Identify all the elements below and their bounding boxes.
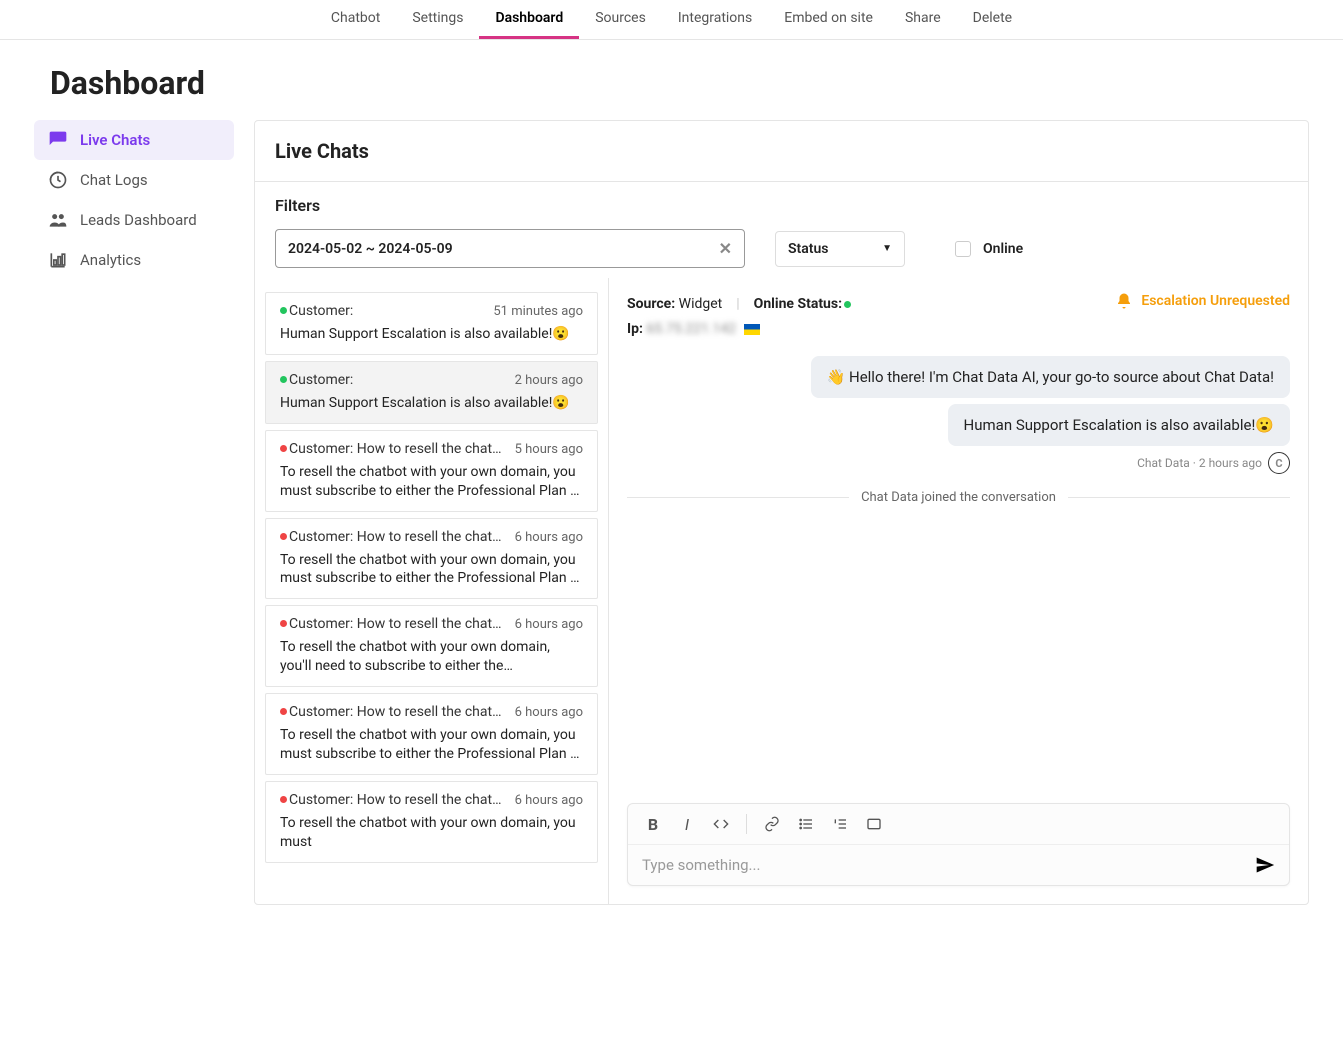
chat-item-time: 6 hours ago [515, 530, 583, 545]
message: Human Support Escalation is also availab… [627, 404, 1290, 474]
status-select[interactable]: Status ▼ [775, 231, 905, 267]
status-dot-icon [280, 708, 287, 715]
nav-settings[interactable]: Settings [396, 0, 479, 39]
chat-item-time: 6 hours ago [515, 705, 583, 720]
main-panel: Live Chats Filters 2024-05-02 ~ 2024-05-… [254, 120, 1309, 905]
chat-item-time: 51 minutes ago [493, 304, 583, 319]
composer: B I Type something... [627, 803, 1290, 886]
status-dot-icon [280, 376, 287, 383]
composer-input[interactable]: Type something... [628, 845, 1289, 885]
sidebar-item-analytics[interactable]: Analytics [34, 240, 234, 280]
chat-item-time: 6 hours ago [515, 617, 583, 632]
sidebar-item-chat-logs[interactable]: Chat Logs [34, 160, 234, 200]
ip-label: Ip: [627, 321, 643, 337]
code-button[interactable] [706, 810, 736, 838]
chat-list-item[interactable]: Customer: How to resell the chatbot …6 h… [265, 693, 598, 775]
chat-item-preview: Human Support Escalation is also availab… [280, 394, 583, 413]
status-dot-icon [280, 796, 287, 803]
chat-item-preview: To resell the chatbot with your own doma… [280, 463, 583, 501]
status-label: Status [788, 241, 828, 257]
embed-button[interactable] [859, 810, 889, 838]
chat-item-time: 2 hours ago [515, 373, 583, 388]
escalation-text: Escalation Unrequested [1141, 293, 1290, 309]
caret-down-icon: ▼ [882, 243, 892, 254]
composer-placeholder: Type something... [642, 856, 1255, 874]
chat-item-preview: To resell the chatbot with your own doma… [280, 814, 583, 852]
italic-button[interactable]: I [672, 810, 702, 838]
filters-label: Filters [275, 196, 1288, 215]
link-button[interactable] [757, 810, 787, 838]
nav-delete[interactable]: Delete [957, 0, 1028, 39]
page-title: Dashboard [0, 40, 1343, 120]
chat-panel: Source: Widget | Online Status: Ip: 65.7… [609, 278, 1308, 904]
toolbar-separator [746, 814, 747, 834]
nav-share[interactable]: Share [889, 0, 957, 39]
source-label: Source: [627, 296, 675, 312]
composer-toolbar: B I [628, 804, 1289, 845]
nav-integrations[interactable]: Integrations [662, 0, 768, 39]
message-bubble: Human Support Escalation is also availab… [948, 404, 1290, 446]
bold-button[interactable]: B [638, 810, 668, 838]
bell-icon [1115, 292, 1133, 310]
sidebar: Live ChatsChat LogsLeads DashboardAnalyt… [34, 120, 234, 905]
avatar: C [1268, 452, 1290, 474]
sidebar-item-leads-dashboard[interactable]: Leads Dashboard [34, 200, 234, 240]
top-nav: ChatbotSettingsDashboardSourcesIntegrati… [0, 0, 1343, 40]
nav-chatbot[interactable]: Chatbot [315, 0, 396, 39]
chat-list-item[interactable]: Customer: How to resell the chatbot …6 h… [265, 605, 598, 687]
online-dot-icon [844, 301, 851, 308]
status-dot-icon [280, 307, 287, 314]
bullet-list-button[interactable] [791, 810, 821, 838]
nav-embed-on-site[interactable]: Embed on site [768, 0, 889, 39]
date-range-input[interactable]: 2024-05-02 ~ 2024-05-09 ✕ [275, 229, 745, 268]
flag-icon [744, 324, 760, 335]
date-range-value: 2024-05-02 ~ 2024-05-09 [288, 241, 453, 257]
status-dot-icon [280, 620, 287, 627]
source-value: Widget [679, 296, 723, 312]
chat-item-time: 6 hours ago [515, 793, 583, 808]
nav-sources[interactable]: Sources [579, 0, 662, 39]
ip-value: 65.75.221.142 [646, 321, 736, 337]
numbered-list-button[interactable] [825, 810, 855, 838]
chat-list-item[interactable]: Customer:2 hours agoHuman Support Escala… [265, 361, 598, 424]
send-button[interactable] [1255, 855, 1275, 875]
chat-list-item[interactable]: Customer: How to resell the chatbot …6 h… [265, 781, 598, 863]
chat-item-preview: To resell the chatbot with your own doma… [280, 638, 583, 676]
system-divider: Chat Data joined the conversation [627, 490, 1290, 505]
online-label: Online [983, 241, 1023, 257]
chat-list-item[interactable]: Customer: How to resell the chatbot …5 h… [265, 430, 598, 512]
filters: Filters 2024-05-02 ~ 2024-05-09 ✕ Status… [255, 182, 1308, 278]
status-dot-icon [280, 445, 287, 452]
sidebar-item-live-chats[interactable]: Live Chats [34, 120, 234, 160]
chat-meta: Source: Widget | Online Status: Ip: 65.7… [627, 292, 1290, 342]
message-bubble: 👋 Hello there! I'm Chat Data AI, your go… [811, 356, 1290, 398]
chat-item-preview: To resell the chatbot with your own doma… [280, 551, 583, 589]
checkbox-box [955, 241, 971, 257]
main-title: Live Chats [255, 121, 1308, 182]
chat-messages: 👋 Hello there! I'm Chat Data AI, your go… [627, 356, 1290, 803]
message-meta: Chat Data · 2 hours agoC [1137, 452, 1290, 474]
clear-date-icon[interactable]: ✕ [719, 239, 732, 258]
message: 👋 Hello there! I'm Chat Data AI, your go… [627, 356, 1290, 398]
chat-list-item[interactable]: Customer: How to resell the chatbot …6 h… [265, 518, 598, 600]
online-checkbox[interactable]: Online [955, 241, 1023, 257]
chat-item-preview: To resell the chatbot with your own doma… [280, 726, 583, 764]
nav-dashboard[interactable]: Dashboard [479, 0, 579, 39]
escalation-status: Escalation Unrequested [1115, 292, 1290, 310]
online-status-label: Online Status: [754, 296, 842, 312]
status-dot-icon [280, 533, 287, 540]
chat-item-time: 5 hours ago [515, 442, 583, 457]
chat-list: Customer:51 minutes agoHuman Support Esc… [255, 278, 609, 904]
chat-list-item[interactable]: Customer:51 minutes agoHuman Support Esc… [265, 292, 598, 355]
chat-item-preview: Human Support Escalation is also availab… [280, 325, 583, 344]
meta-separator: | [736, 292, 739, 317]
